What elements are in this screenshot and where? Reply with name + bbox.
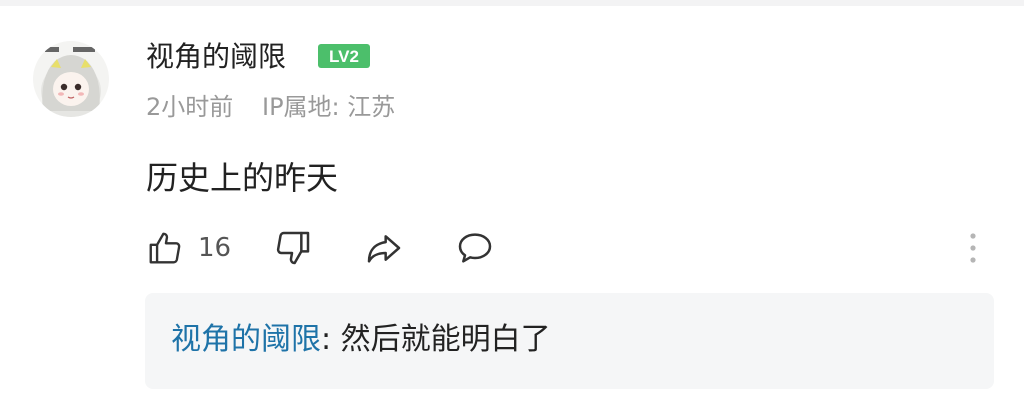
share-button[interactable]: [364, 226, 404, 270]
comment-text: 历史上的昨天: [146, 159, 339, 197]
comment-author-name[interactable]: 视角的阈限: [146, 38, 286, 76]
reply-text: 然后就能明白了: [340, 322, 551, 357]
reply-button[interactable]: [454, 226, 496, 270]
reply-line: 视角的阈限: 然后就能明白了: [171, 320, 551, 360]
like-count: 16: [198, 233, 232, 263]
comment-time: 2小时前: [146, 93, 234, 121]
level-badge-text: LV2: [329, 47, 359, 66]
reply-separator: :: [321, 322, 341, 357]
more-options-button[interactable]: [960, 226, 986, 270]
comment-bubble-icon: [458, 233, 492, 263]
avatar[interactable]: [33, 41, 109, 117]
avatar-image: [33, 41, 109, 117]
reply-author-name[interactable]: 视角的阈限: [171, 322, 321, 357]
dislike-button[interactable]: [273, 226, 313, 270]
top-divider: [0, 0, 1024, 6]
reply-preview[interactable]: 视角的阈限: 然后就能明白了: [145, 293, 994, 389]
ip-location: IP属地: 江苏: [262, 93, 396, 121]
like-button[interactable]: 16: [146, 226, 231, 270]
thumbs-up-icon: [149, 232, 181, 264]
more-vertical-icon: [970, 233, 976, 263]
level-badge: LV2: [318, 44, 370, 68]
thumbs-down-icon: [276, 231, 310, 265]
level-badge-icon: LV2: [318, 44, 370, 68]
share-arrow-icon: [367, 235, 401, 263]
